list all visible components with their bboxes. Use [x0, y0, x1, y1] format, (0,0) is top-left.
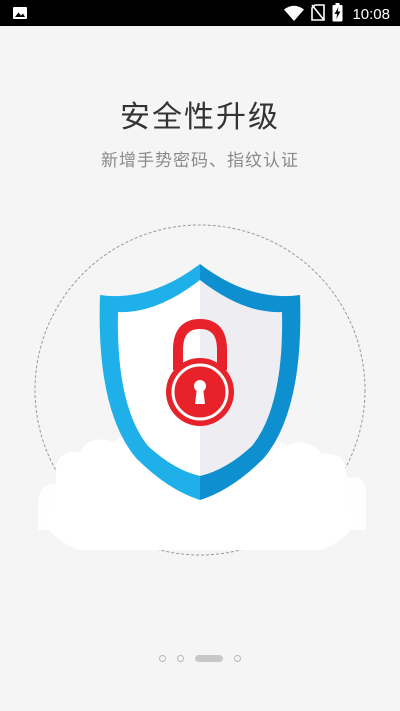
page-subtitle: 新增手势密码、指纹认证 — [101, 151, 299, 171]
image-icon — [12, 5, 28, 25]
no-sim-icon — [311, 4, 326, 25]
status-time: 10:08 — [352, 6, 390, 23]
wifi-icon — [284, 5, 305, 25]
battery-charging-icon — [332, 3, 343, 26]
page-dot-1[interactable] — [159, 654, 166, 662]
status-bar: 10:08 — [0, 0, 400, 26]
page-dot-4[interactable] — [234, 654, 241, 662]
page-indicator[interactable] — [0, 652, 400, 664]
page-title: 安全性升级 — [120, 100, 280, 135]
page-dot-3-active[interactable] — [195, 654, 223, 662]
security-illustration — [0, 210, 400, 570]
page-dot-2[interactable] — [177, 654, 184, 662]
